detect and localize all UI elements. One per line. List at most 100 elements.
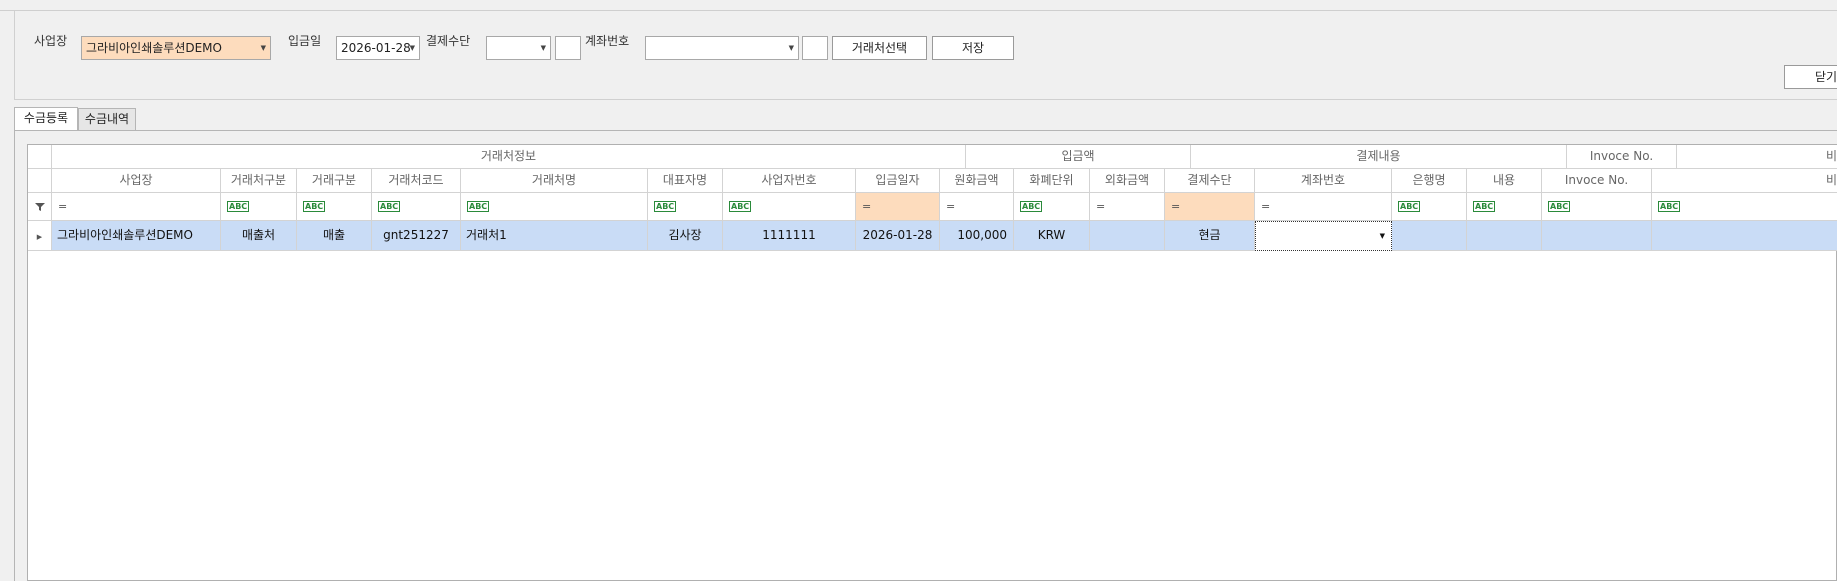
chevron-down-icon: ▼ <box>260 44 266 52</box>
filter-icon[interactable] <box>28 193 52 221</box>
band-extra: 비 <box>1677 145 1837 169</box>
equals-icon: = <box>862 200 871 213</box>
cell-ceo-name[interactable]: 김사장 <box>648 221 723 251</box>
col-header-ceo-name[interactable]: 대표자명 <box>648 169 723 193</box>
cell-deposit-date[interactable]: 2026-01-28 <box>856 221 940 251</box>
cell-trade-type[interactable]: 매출 <box>297 221 372 251</box>
close-button[interactable]: 닫기 <box>1784 65 1837 89</box>
tab-receipt-register[interactable]: 수금등록 <box>14 107 78 130</box>
filter-bank-name[interactable]: ABC <box>1392 193 1467 221</box>
save-button[interactable]: 저장 <box>932 36 1014 60</box>
cell-payment-method[interactable]: 현금 <box>1165 221 1255 251</box>
deposit-date-label: 입금일 <box>288 34 322 48</box>
header-indicator <box>28 169 52 193</box>
filter-extra[interactable]: ABC <box>1652 193 1837 221</box>
cell-client-code[interactable]: gnt251227 <box>372 221 461 251</box>
cell-extra[interactable] <box>1652 221 1837 251</box>
filter-biz-no[interactable]: ABC <box>723 193 856 221</box>
col-header-memo[interactable]: 내용 <box>1467 169 1542 193</box>
deposit-date-picker[interactable]: 2026-01-28 ▼ <box>336 36 420 60</box>
col-header-client-name[interactable]: 거래처명 <box>461 169 648 193</box>
filter-krw-amount[interactable]: = <box>940 193 1014 221</box>
filter-trade-type[interactable]: ABC <box>297 193 372 221</box>
col-header-payment-method[interactable]: 결제수단 <box>1165 169 1255 193</box>
abc-icon: ABC <box>303 201 326 212</box>
cell-account-no-dropdown[interactable]: ▼ <box>1255 221 1392 251</box>
cell-invoice-no[interactable] <box>1542 221 1652 251</box>
filter-memo[interactable]: ABC <box>1467 193 1542 221</box>
filter-client-type[interactable]: ABC <box>221 193 297 221</box>
abc-icon: ABC <box>654 201 677 212</box>
col-header-krw-amount[interactable]: 원화금액 <box>940 169 1014 193</box>
chevron-down-icon: ▼ <box>409 44 415 52</box>
filter-deposit-date[interactable]: = <box>856 193 940 221</box>
site-select[interactable]: 그라비아인쇄솔루션DEMO ▼ <box>81 36 271 60</box>
band-invoice: Invoce No. <box>1567 145 1677 169</box>
cell-bank-name[interactable] <box>1392 221 1467 251</box>
col-header-currency[interactable]: 화폐단위 <box>1014 169 1090 193</box>
equals-icon: = <box>58 200 67 213</box>
equals-icon: = <box>1261 200 1270 213</box>
abc-icon: ABC <box>378 201 401 212</box>
abc-icon: ABC <box>467 201 490 212</box>
chevron-down-icon: ▼ <box>788 44 794 52</box>
filter-currency[interactable]: ABC <box>1014 193 1090 221</box>
filter-ceo-name[interactable]: ABC <box>648 193 723 221</box>
cell-site[interactable]: 그라비아인쇄솔루션DEMO <box>52 221 221 251</box>
band-deposit-amount: 입금액 <box>966 145 1191 169</box>
col-header-deposit-date[interactable]: 입금일자 <box>856 169 940 193</box>
row-indicator[interactable]: ▶ <box>28 221 52 251</box>
col-header-site[interactable]: 사업장 <box>52 169 221 193</box>
col-header-account-no[interactable]: 계좌번호 <box>1255 169 1392 193</box>
site-label: 사업장 <box>34 34 68 48</box>
filter-invoice-no[interactable]: ABC <box>1542 193 1652 221</box>
equals-icon: = <box>1171 200 1180 213</box>
payment-method-label: 결제수단 <box>426 34 471 48</box>
col-header-trade-type[interactable]: 거래구분 <box>297 169 372 193</box>
equals-icon: = <box>1096 200 1105 213</box>
cell-krw-amount[interactable]: 100,000 <box>940 221 1014 251</box>
band-payment-detail: 결제내용 <box>1191 145 1567 169</box>
filter-site[interactable]: = <box>52 193 221 221</box>
col-header-foreign-amount[interactable]: 외화금액 <box>1090 169 1165 193</box>
abc-icon: ABC <box>1658 201 1681 212</box>
col-header-invoice-no[interactable]: Invoce No. <box>1542 169 1652 193</box>
abc-icon: ABC <box>729 201 752 212</box>
select-client-button[interactable]: 거래처선택 <box>832 36 927 60</box>
filter-client-name[interactable]: ABC <box>461 193 648 221</box>
chevron-down-icon: ▼ <box>540 44 546 52</box>
deposit-date-value: 2026-01-28 <box>341 41 411 55</box>
account-code-box[interactable] <box>802 36 828 60</box>
equals-icon: = <box>946 200 955 213</box>
abc-icon: ABC <box>227 201 250 212</box>
cell-client-name[interactable]: 거래처1 <box>461 221 648 251</box>
abc-icon: ABC <box>1398 201 1421 212</box>
col-header-extra[interactable]: 비 <box>1652 169 1837 193</box>
cell-biz-no[interactable]: 1111111 <box>723 221 856 251</box>
cell-currency[interactable]: KRW <box>1014 221 1090 251</box>
filter-foreign-amount[interactable]: = <box>1090 193 1165 221</box>
filter-client-code[interactable]: ABC <box>372 193 461 221</box>
col-header-bank-name[interactable]: 은행명 <box>1392 169 1467 193</box>
cell-foreign-amount[interactable] <box>1090 221 1165 251</box>
abc-icon: ABC <box>1548 201 1571 212</box>
site-select-value: 그라비아인쇄솔루션DEMO <box>86 41 222 55</box>
abc-icon: ABC <box>1473 201 1496 212</box>
receipt-grid: 거래처정보 입금액 결제내용 Invoce No. 비 사업장 거래처구분 거래… <box>27 144 1837 581</box>
filter-payment-method[interactable]: = <box>1165 193 1255 221</box>
col-header-client-code[interactable]: 거래처코드 <box>372 169 461 193</box>
caret-right-icon: ▶ <box>36 233 43 241</box>
col-header-biz-no[interactable]: 사업자번호 <box>723 169 856 193</box>
cell-memo[interactable] <box>1467 221 1542 251</box>
payment-method-select[interactable]: ▼ <box>486 36 551 60</box>
tab-receipt-history[interactable]: 수금내역 <box>78 108 136 130</box>
payment-method-code-box[interactable] <box>555 36 581 60</box>
col-header-client-type[interactable]: 거래처구분 <box>221 169 297 193</box>
filter-account-no[interactable]: = <box>1255 193 1392 221</box>
grid-corner <box>28 145 52 169</box>
chevron-down-icon: ▼ <box>1379 232 1385 240</box>
band-client-info: 거래처정보 <box>52 145 966 169</box>
cell-client-type[interactable]: 매출처 <box>221 221 297 251</box>
account-select[interactable]: ▼ <box>645 36 799 60</box>
account-label: 계좌번호 <box>585 34 630 48</box>
